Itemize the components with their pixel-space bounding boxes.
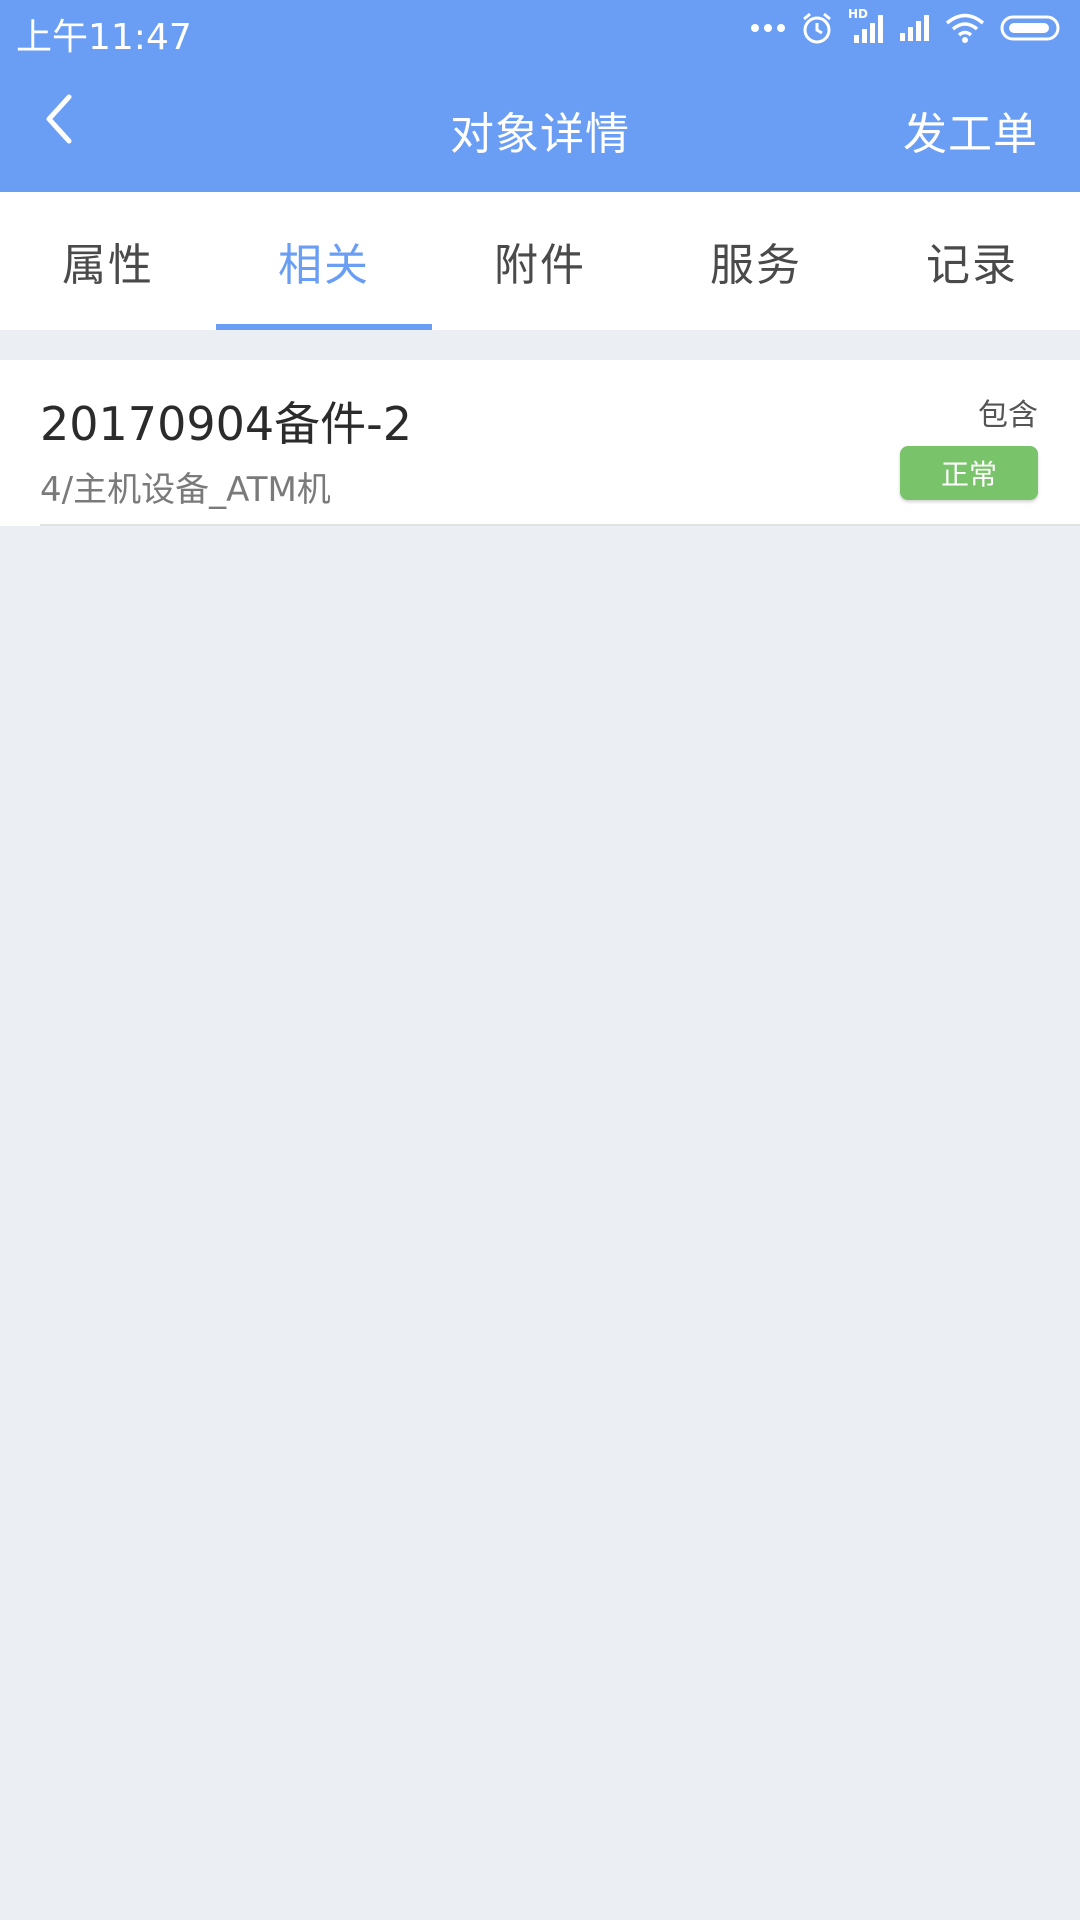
status-badge: 正常 [900,446,1038,500]
divider [40,524,1080,526]
item-title: 20170904备件-2 [40,397,412,451]
tab-label: 相关 [278,240,370,291]
tab-bar: 属性 相关 附件 服务 记录 [0,192,1080,330]
tab-attachments[interactable]: 附件 [432,192,648,330]
related-list: 20170904备件-2 4/主机设备_ATM机 包含 正常 [0,360,1080,526]
app-bar: 对象详情 发工单 [0,56,1080,192]
tab-services[interactable]: 服务 [648,192,864,330]
status-time: 上午11:47 [16,17,192,58]
wifi-icon [944,12,986,44]
tab-related[interactable]: 相关 [216,192,432,330]
battery-icon [1000,14,1062,42]
tab-label: 附件 [494,240,586,291]
item-subtitle: 4/主机设备_ATM机 [40,470,331,510]
relation-label: 包含 [978,398,1038,433]
tab-label: 服务 [710,240,802,291]
signal-icon [898,13,930,43]
tab-label: 记录 [926,240,1018,291]
hd-label: HD [848,7,869,21]
status-icons: HD [750,7,1062,46]
create-work-order-button[interactable]: 发工单 [903,98,1038,162]
active-tab-indicator [216,324,432,330]
hd-signal-icon: HD [848,7,884,45]
more-dots-icon [750,23,786,33]
tab-label: 属性 [62,240,154,291]
alarm-icon [800,11,834,45]
tab-attributes[interactable]: 属性 [0,192,216,330]
status-bar: 上午11:47 HD [0,0,1080,58]
tab-records[interactable]: 记录 [864,192,1080,330]
list-item[interactable]: 20170904备件-2 4/主机设备_ATM机 包含 正常 [0,360,1080,526]
